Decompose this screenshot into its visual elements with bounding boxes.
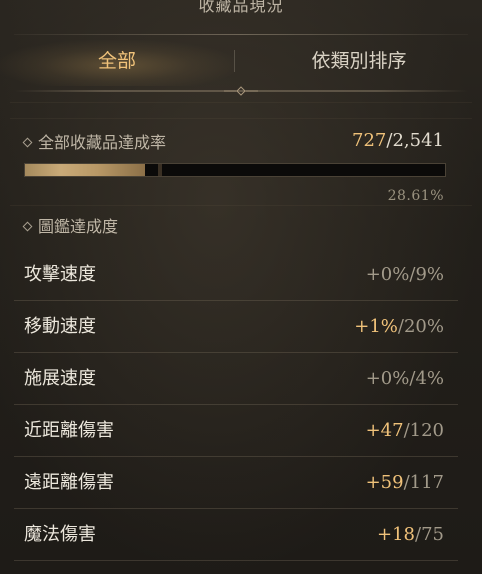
stat-value: +0%/9% <box>366 249 444 301</box>
progress-segment-mark <box>158 164 162 176</box>
stat-label: 遠距離傷害 <box>24 472 114 493</box>
stat-row: 施展速度 +0%/4% <box>14 353 458 405</box>
overall-label: 全部收藏品達成率 <box>38 133 167 152</box>
stat-value: +18/75 <box>377 509 444 561</box>
encyclopedia-label: 圖鑑達成度 <box>38 217 119 236</box>
ornament-icon <box>224 86 258 96</box>
collection-status-panel: 收藏品現況 全部 依類別排序 全部收藏品達成率 727/2,541 28.61%… <box>0 0 482 574</box>
encyclopedia-header: 圖鑑達成度 <box>22 215 119 239</box>
overall-current: 727 <box>352 130 387 151</box>
stat-max: 117 <box>409 472 444 493</box>
stat-bonus: +1% <box>354 316 398 337</box>
overall-collection-header: 全部收藏品達成率 <box>22 131 167 155</box>
stat-value: +1%/20% <box>354 301 444 353</box>
stat-max: 120 <box>409 420 444 441</box>
parchment-texture <box>10 102 472 103</box>
stat-bonus: +0% <box>365 368 410 389</box>
stat-label: 近距離傷害 <box>24 420 114 441</box>
stat-row: 遠距離傷害 +59/117 <box>14 457 458 509</box>
stat-bonus: +59 <box>365 472 404 493</box>
stat-bonus: +18 <box>377 524 416 545</box>
stat-row: 魔法傷害 +18/75 <box>14 509 458 561</box>
overall-percent: 28.61% <box>387 188 444 204</box>
stat-row: 攻擊速度 +0%/9% <box>14 249 458 301</box>
parchment-texture <box>10 118 472 119</box>
overall-count: 727/2,541 <box>352 130 444 151</box>
stat-bonus: +47 <box>365 420 404 441</box>
stat-max: 9% <box>415 264 444 285</box>
diamond-icon <box>22 221 33 232</box>
stat-label: 攻擊速度 <box>24 264 96 285</box>
overall-progress-fill <box>25 164 146 176</box>
stat-row: 近距離傷害 +47/120 <box>14 405 458 457</box>
stat-label: 施展速度 <box>24 368 96 389</box>
overall-total: 2,541 <box>392 130 444 151</box>
parchment-texture <box>10 205 472 206</box>
stat-row: 移動速度 +1%/20% <box>14 301 458 353</box>
stat-bonus: +0% <box>365 264 410 285</box>
diamond-icon <box>22 137 33 148</box>
tab-bar: 全部 依類別排序 <box>0 40 482 86</box>
stat-max: 75 <box>421 524 444 545</box>
stat-max: 20% <box>403 316 444 337</box>
panel-title: 收藏品現況 <box>198 0 284 15</box>
stat-value: +47/120 <box>366 405 444 457</box>
stat-value: +0%/4% <box>366 353 444 405</box>
tab-sort-by-category[interactable]: 依類別排序 <box>236 40 482 86</box>
title-divider <box>14 34 468 35</box>
tab-divider <box>234 50 235 72</box>
overall-progress-bar <box>24 163 446 177</box>
tab-all[interactable]: 全部 <box>0 40 234 86</box>
stat-value: +59/117 <box>366 457 444 509</box>
stat-max: 4% <box>415 368 444 389</box>
stat-label: 魔法傷害 <box>24 524 96 545</box>
stat-label: 移動速度 <box>24 316 96 337</box>
